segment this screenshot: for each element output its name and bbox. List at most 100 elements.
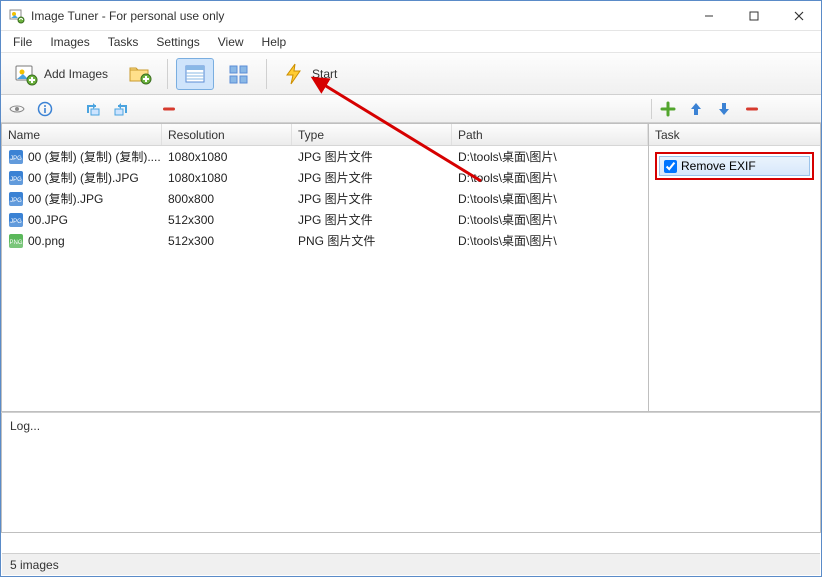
task-move-down-button[interactable] [714, 99, 734, 119]
file-path: D:\tools\桌面\图片\ [452, 169, 648, 186]
task-move-up-button[interactable] [686, 99, 706, 119]
file-resolution: 800x800 [162, 192, 292, 206]
file-list-pane: Name Resolution Type Path JPG 00 (复制) (复制… [1, 123, 649, 412]
rotate-left-button[interactable] [83, 99, 103, 119]
file-row[interactable]: JPG 00 (复制) (复制) (复制)....1080x1080JPG 图片文… [2, 146, 648, 167]
file-row[interactable]: PNG 00.png 512x300PNG 图片文件D:\tools\桌面\图片\ [2, 230, 648, 251]
titlebar: Image Tuner - For personal use only [1, 1, 821, 31]
menu-view[interactable]: View [210, 33, 252, 51]
image-tools-group [1, 99, 651, 119]
menu-tasks[interactable]: Tasks [100, 33, 147, 51]
file-name: 00 (复制) (复制).JPG [28, 169, 139, 186]
file-resolution: 512x300 [162, 213, 292, 227]
preview-button[interactable] [7, 99, 27, 119]
status-text: 5 images [10, 558, 59, 572]
menu-file[interactable]: File [5, 33, 40, 51]
info-icon [37, 101, 53, 117]
remove-image-button[interactable] [159, 99, 179, 119]
file-resolution: 1080x1080 [162, 150, 292, 164]
file-type-icon: JPG [8, 170, 24, 186]
column-name[interactable]: Name [2, 124, 162, 145]
rotate-left-icon [85, 101, 101, 117]
content-area: Name Resolution Type Path JPG 00 (复制) (复制… [1, 123, 821, 413]
file-row[interactable]: JPG 00 (复制).JPG 800x800JPG 图片文件D:\tools\桌面… [2, 188, 648, 209]
main-toolbar: Add Images [1, 53, 821, 95]
eye-icon [9, 101, 25, 117]
file-type: PNG 图片文件 [292, 232, 452, 249]
svg-text:JPG: JPG [10, 198, 22, 204]
column-type[interactable]: Type [292, 124, 452, 145]
task-label: Remove EXIF [681, 159, 756, 173]
file-type-icon: JPG [8, 191, 24, 207]
menu-settings[interactable]: Settings [148, 33, 207, 51]
toolbar-separator [167, 59, 168, 89]
minimize-button[interactable] [686, 1, 731, 30]
file-type: JPG 图片文件 [292, 190, 452, 207]
task-item-remove-exif[interactable]: Remove EXIF [659, 156, 810, 176]
folder-add-icon [128, 62, 152, 86]
svg-text:PNG: PNG [9, 240, 22, 246]
svg-text:JPG: JPG [10, 177, 22, 183]
info-button[interactable] [35, 99, 55, 119]
file-type: JPG 图片文件 [292, 169, 452, 186]
file-name: 00 (复制).JPG [28, 190, 103, 207]
app-icon [9, 8, 25, 24]
menu-images[interactable]: Images [42, 33, 97, 51]
toolbar-separator [266, 59, 267, 89]
minus-icon [744, 101, 760, 117]
menu-help[interactable]: Help [254, 33, 295, 51]
file-row[interactable]: JPG 00.JPG 512x300JPG 图片文件D:\tools\桌面\图片\ [2, 209, 648, 230]
file-type-icon: JPG [8, 212, 24, 228]
file-name: 00 (复制) (复制) (复制).... [28, 148, 161, 165]
remove-task-button[interactable] [742, 99, 762, 119]
file-type: JPG 图片文件 [292, 211, 452, 228]
secondary-toolbar [1, 95, 821, 123]
maximize-button[interactable] [731, 1, 776, 30]
arrow-down-icon [716, 101, 732, 117]
file-path: D:\tools\桌面\图片\ [452, 190, 648, 207]
plus-icon [660, 101, 676, 117]
file-rows: JPG00 (复制) (复制) (复制)....1080x1080JPG 图片文… [2, 146, 648, 251]
start-button[interactable]: Start [275, 58, 344, 90]
window-title: Image Tuner - For personal use only [31, 9, 686, 23]
add-folder-button[interactable] [121, 58, 159, 90]
file-resolution: 512x300 [162, 234, 292, 248]
view-list-button[interactable] [176, 58, 214, 90]
minus-icon [161, 101, 177, 117]
svg-text:JPG: JPG [10, 156, 22, 162]
lightning-icon [282, 62, 306, 86]
arrow-up-icon [688, 101, 704, 117]
file-resolution: 1080x1080 [162, 171, 292, 185]
file-type-icon: JPG [8, 149, 24, 165]
file-type-icon: PNG [8, 233, 24, 249]
list-view-icon [183, 62, 207, 86]
add-images-label: Add Images [44, 67, 108, 81]
file-list-header: Name Resolution Type Path [2, 124, 648, 146]
task-pane: Task Remove EXIF [649, 123, 821, 412]
start-label: Start [312, 67, 337, 81]
add-images-icon [14, 62, 38, 86]
file-name: 00.png [28, 234, 65, 248]
rotate-right-button[interactable] [111, 99, 131, 119]
file-path: D:\tools\桌面\图片\ [452, 211, 648, 228]
task-checkbox[interactable] [664, 160, 677, 173]
task-header: Task [649, 124, 820, 146]
column-resolution[interactable]: Resolution [162, 124, 292, 145]
thumbnail-view-icon [227, 62, 251, 86]
view-thumbnails-button[interactable] [220, 58, 258, 90]
column-path[interactable]: Path [452, 124, 648, 145]
log-text: Log... [10, 419, 40, 433]
statusbar: 5 images [2, 553, 820, 575]
log-pane: Log... [1, 413, 821, 533]
file-type: JPG 图片文件 [292, 148, 452, 165]
add-images-button[interactable]: Add Images [7, 58, 115, 90]
svg-text:JPG: JPG [10, 219, 22, 225]
file-path: D:\tools\桌面\图片\ [452, 232, 648, 249]
close-button[interactable] [776, 1, 821, 30]
file-name: 00.JPG [28, 213, 68, 227]
add-task-button[interactable] [658, 99, 678, 119]
menubar: File Images Tasks Settings View Help [1, 31, 821, 53]
file-path: D:\tools\桌面\图片\ [452, 148, 648, 165]
annotation-highlight-box: Remove EXIF [655, 152, 814, 180]
file-row[interactable]: JPG 00 (复制) (复制).JPG 1080x1080JPG 图片文件D:\t… [2, 167, 648, 188]
